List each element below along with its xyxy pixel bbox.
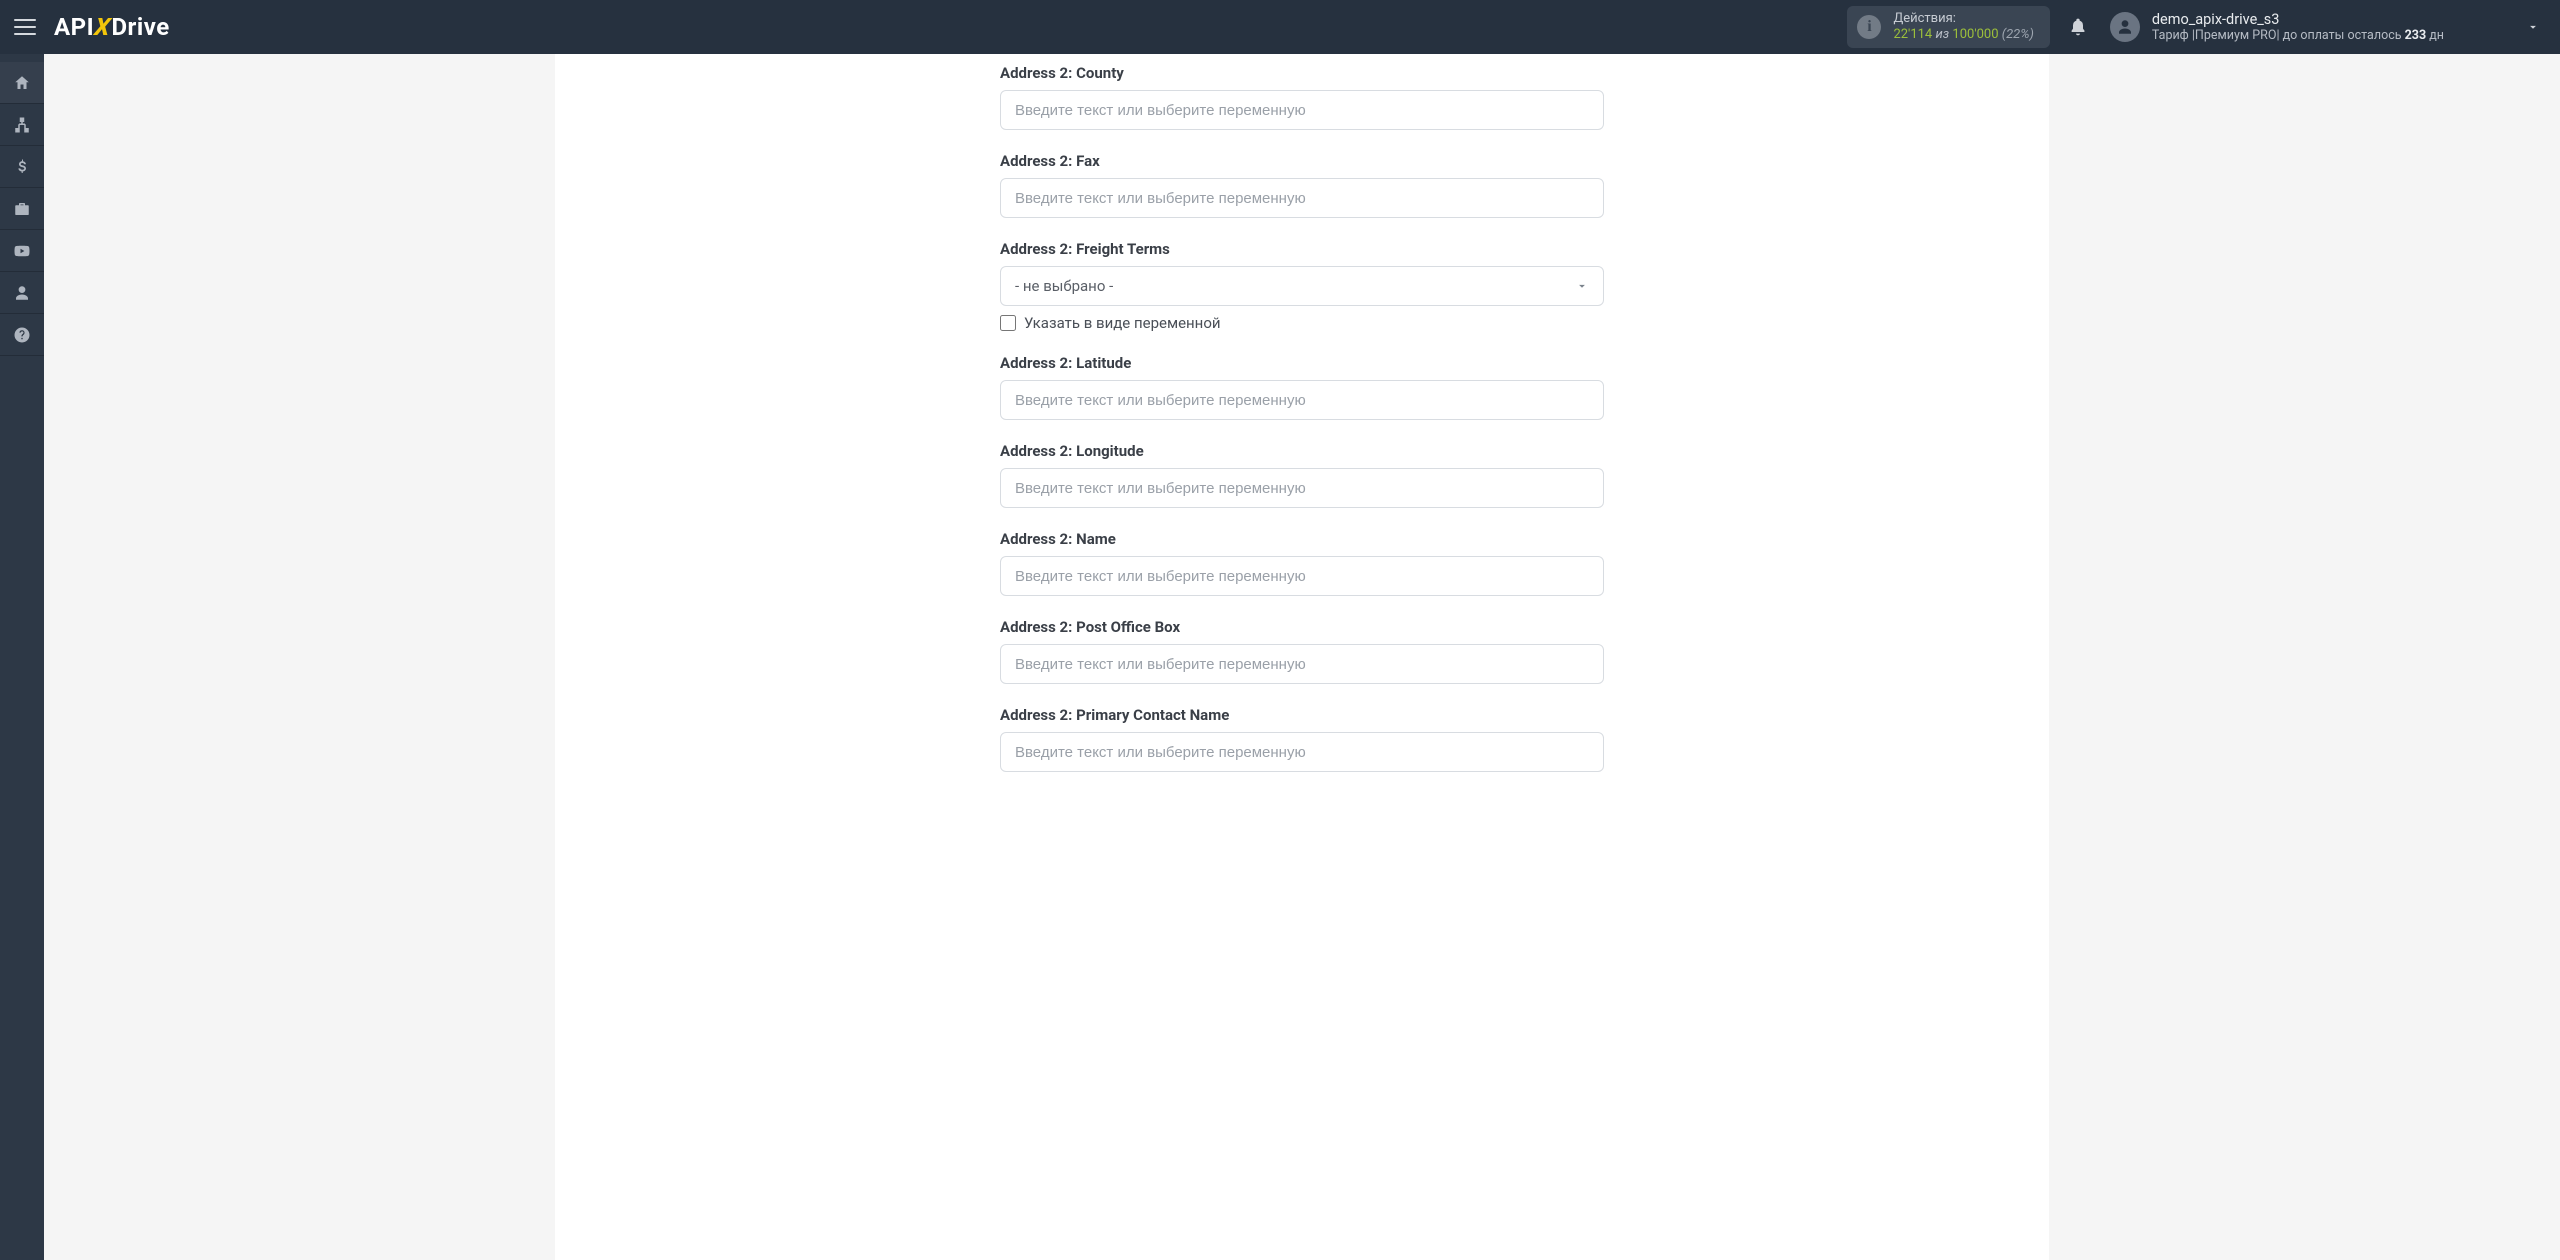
usage-text: Действия: 22'114 из 100'000 (22%) <box>1893 11 2033 44</box>
field-label-longitude: Address 2: Longitude <box>1000 442 1604 460</box>
dollar-icon <box>13 158 31 176</box>
account-subtitle: Тариф |Премиум PRO| до оплаты осталось 2… <box>2152 28 2444 43</box>
account-meta: demo_apix-drive_s3 Тариф |Премиум PRO| д… <box>2152 11 2444 43</box>
youtube-icon <box>13 242 31 260</box>
sidebar-item-billing[interactable] <box>0 146 44 188</box>
tariff-days-suffix: дн <box>2426 28 2444 43</box>
user-icon <box>2116 18 2134 36</box>
field-name: Address 2: Name <box>1000 530 1604 596</box>
account-name: demo_apix-drive_s3 <box>2152 11 2444 28</box>
select-value-freight: - не выбрано - <box>1015 277 1113 295</box>
tariff-plan: Премиум PRO <box>2195 28 2277 43</box>
field-pobox: Address 2: Post Office Box <box>1000 618 1604 684</box>
notifications-icon[interactable] <box>2068 17 2088 37</box>
input-primarycontact[interactable] <box>1000 732 1604 772</box>
usage-pct: (22%) <box>2002 27 2034 42</box>
field-county: Address 2: County <box>1000 64 1604 130</box>
content-panel: Address 2: County Address 2: Fax Address 2… <box>555 54 2049 1260</box>
info-icon: i <box>1857 15 1881 39</box>
sidebar-item-video[interactable] <box>0 230 44 272</box>
sidebar-item-projects[interactable] <box>0 188 44 230</box>
tariff-days-prefix: | до оплаты осталось <box>2276 28 2404 43</box>
sidebar-item-help[interactable] <box>0 314 44 356</box>
field-longitude: Address 2: Longitude <box>1000 442 1604 508</box>
usage-values: 22'114 из 100'000 (22%) <box>1893 27 2033 43</box>
avatar <box>2110 12 2140 42</box>
logo-part-drive: Drive <box>111 13 169 41</box>
usage-total: 100'000 <box>1952 27 1998 42</box>
field-label-primarycontact: Address 2: Primary Contact Name <box>1000 706 1604 724</box>
sidebar-item-account[interactable] <box>0 272 44 314</box>
tariff-days-value: 233 <box>2405 28 2427 43</box>
field-fax: Address 2: Fax <box>1000 152 1604 218</box>
user-icon <box>13 284 31 302</box>
logo-part-api: API <box>54 13 94 41</box>
home-icon <box>13 74 31 92</box>
input-pobox[interactable] <box>1000 644 1604 684</box>
form-column: Address 2: County Address 2: Fax Address 2… <box>1000 64 1604 772</box>
field-primarycontact: Address 2: Primary Contact Name <box>1000 706 1604 772</box>
field-label-name: Address 2: Name <box>1000 530 1604 548</box>
field-label-pobox: Address 2: Post Office Box <box>1000 618 1604 636</box>
logo-part-x: X <box>93 13 112 41</box>
variable-checkbox-label: Указать в виде переменной <box>1024 314 1221 332</box>
usage-of: из <box>1935 27 1949 42</box>
field-latitude: Address 2: Latitude <box>1000 354 1604 420</box>
input-latitude[interactable] <box>1000 380 1604 420</box>
sidebar-rail <box>0 54 44 1260</box>
chevron-down-icon <box>2526 20 2540 34</box>
usage-pill[interactable]: i Действия: 22'114 из 100'000 (22%) <box>1847 6 2049 48</box>
tariff-prefix: Тариф | <box>2152 28 2195 43</box>
field-label-county: Address 2: County <box>1000 64 1604 82</box>
app-shell: Address 2: County Address 2: Fax Address 2… <box>0 54 2560 1260</box>
usage-count: 22'114 <box>1893 27 1932 42</box>
input-fax[interactable] <box>1000 178 1604 218</box>
account-menu[interactable]: demo_apix-drive_s3 Тариф |Премиум PRO| д… <box>2110 11 2540 43</box>
usage-label: Действия: <box>1893 11 2033 27</box>
briefcase-icon <box>13 200 31 218</box>
help-icon <box>13 326 31 344</box>
field-label-fax: Address 2: Fax <box>1000 152 1604 170</box>
sitemap-icon <box>13 116 31 134</box>
chevron-down-icon <box>1575 279 1589 293</box>
menu-toggle-button[interactable] <box>14 19 36 35</box>
field-label-freight: Address 2: Freight Terms <box>1000 240 1604 258</box>
input-longitude[interactable] <box>1000 468 1604 508</box>
sidebar-item-connections[interactable] <box>0 104 44 146</box>
field-label-latitude: Address 2: Latitude <box>1000 354 1604 372</box>
main-canvas: Address 2: County Address 2: Fax Address 2… <box>44 54 2560 1260</box>
input-name[interactable] <box>1000 556 1604 596</box>
topbar: API X Drive i Действия: 22'114 из 100'00… <box>0 0 2560 54</box>
sidebar-item-home[interactable] <box>0 62 44 104</box>
input-county[interactable] <box>1000 90 1604 130</box>
field-freight: Address 2: Freight Terms - не выбрано - Ук… <box>1000 240 1604 332</box>
variable-checkbox-freight[interactable] <box>1000 315 1016 331</box>
variable-checkbox-row-freight[interactable]: Указать в виде переменной <box>1000 314 1604 332</box>
select-freight[interactable]: - не выбрано - <box>1000 266 1604 306</box>
logo[interactable]: API X Drive <box>54 13 170 41</box>
